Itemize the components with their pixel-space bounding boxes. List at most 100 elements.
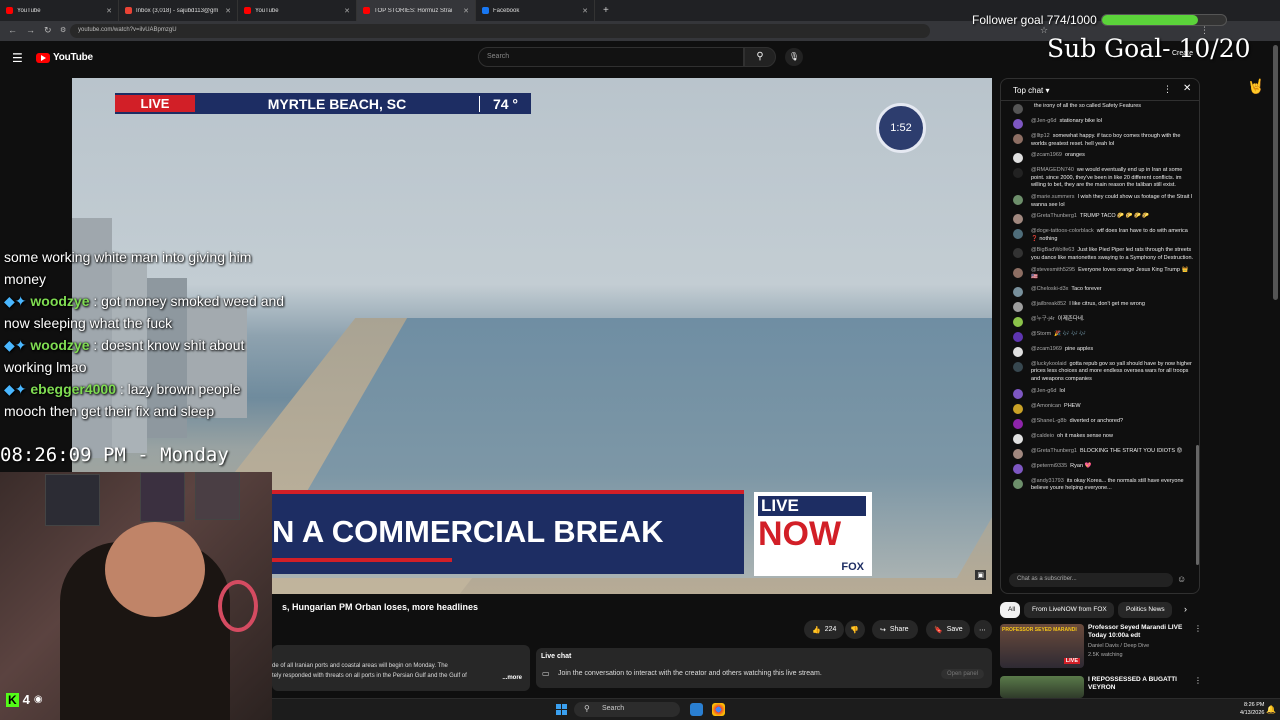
new-tab-icon[interactable]: + [603,5,609,16]
avatar[interactable] [1013,331,1023,342]
chat-author[interactable]: @stevesmith5295 [1031,267,1075,273]
chat-author[interactable]: @petermi9335 [1031,463,1067,469]
avatar[interactable] [1013,153,1023,164]
taskbar-search[interactable]: ⚲ Search [574,702,680,717]
chat-message[interactable]: @Storm 🎉 🎶 🎶 🎶 [1001,329,1199,344]
avatar[interactable] [1013,214,1023,225]
chat-message[interactable]: @petermi9335 Ryan 💖 [1001,461,1199,476]
chrome-icon[interactable] [712,703,725,716]
chat-message[interactable]: @Jen-g6d stationary bike lol [1001,116,1199,131]
avatar[interactable] [1013,448,1023,459]
avatar[interactable] [1013,168,1023,179]
chat-author[interactable]: @doge-tattoos-colorblack [1031,228,1094,234]
avatar[interactable] [1013,388,1023,399]
avatar[interactable] [1013,478,1023,489]
top-chat-dropdown[interactable]: Top chat ▾ [1013,86,1050,95]
chat-author[interactable]: @누구-j4r [1031,316,1055,322]
site-info-icon[interactable]: ⚙ [60,26,66,34]
avatar[interactable] [1013,463,1023,474]
chat-message[interactable]: @GretaThunberg1 BLOCKING THE STRAIT YOU I… [1001,446,1199,461]
chat-message[interactable]: @caldeio oh it makes sense now [1001,431,1199,446]
video-description[interactable]: de of all Iranian ports and coastal area… [272,645,530,691]
avatar[interactable] [1013,418,1023,429]
description-more-link[interactable]: ...more [502,673,522,683]
chat-author[interactable]: @GretaThunberg1 [1031,213,1077,219]
chat-author[interactable]: @RMAGEDN740 [1031,167,1074,173]
tab-close-icon[interactable]: ✕ [582,7,588,15]
chat-message[interactable]: @zcam1969 oranges [1001,150,1199,165]
chat-author[interactable]: @GretaThunberg1 [1031,448,1077,454]
open-panel-button[interactable]: Open panel [940,669,984,679]
like-button[interactable]: 👍 224 [804,620,844,639]
chat-message[interactable]: @luckykoolaid gotta repub gov so yall sho… [1001,359,1199,386]
page-scrollbar[interactable] [1273,45,1278,300]
chat-message[interactable]: the irony of all the so called Safety Fe… [1001,101,1199,116]
voice-search-button[interactable]: 🎙 [785,48,803,66]
notification-icon[interactable]: 🔔 [1266,705,1276,714]
chat-author[interactable]: @BigBadWolfe63 [1031,247,1074,253]
windows-start-icon[interactable] [556,704,567,715]
chat-message[interactable]: @lltp12 somewhat happy. if taco boy comes… [1001,131,1199,150]
dislike-button[interactable]: 👎 [845,620,865,639]
tab-close-icon[interactable]: ✕ [225,7,231,15]
chat-message[interactable]: @marie.summers I wish they could show us … [1001,192,1199,211]
chat-message[interactable]: @Amonican PHEW [1001,401,1199,416]
browser-tab[interactable]: Inbox (3,018) - sajubd113@gm ✕ [119,0,238,21]
avatar[interactable] [1013,134,1023,144]
search-input[interactable]: Search [478,47,744,67]
avatar[interactable] [1013,301,1023,312]
chat-author[interactable]: @jailbreak852 [1031,301,1066,307]
tab-close-icon[interactable]: ✕ [463,7,469,15]
chat-author[interactable]: @zcam1969 [1031,152,1062,158]
tab-close-icon[interactable]: ✕ [344,7,350,15]
reload-icon[interactable]: ↻ [44,25,52,36]
chat-message-list[interactable]: the irony of all the so called Safety Fe… [1001,101,1199,569]
recommended-video[interactable]: I REPOSSESSED A BUGATTI VEYRON ⋮ [1000,676,1202,700]
filter-chip[interactable]: All [1000,602,1020,618]
telegram-icon[interactable] [690,703,703,716]
avatar[interactable] [1013,361,1023,372]
chat-author[interactable]: @Jen-g6d [1031,388,1056,394]
avatar[interactable] [1013,267,1023,278]
chat-author[interactable]: @lltp12 [1031,133,1050,139]
close-icon[interactable]: ✕ [1183,83,1191,94]
chat-message[interactable]: @andy31793 its okay Korea... the normals … [1001,476,1199,495]
browser-tab[interactable]: Facebook ✕ [476,0,595,21]
avatar[interactable] [1013,286,1023,297]
avatar[interactable] [1013,194,1023,205]
chat-menu-icon[interactable]: ⋮ [1163,84,1172,95]
share-button[interactable]: ↪ Share [872,620,918,639]
avatar[interactable] [1013,229,1023,240]
chat-author[interactable]: @luckykoolaid [1031,361,1067,367]
chat-message[interactable]: @stevesmith5295 Everyone loves orange Jes… [1001,265,1199,284]
chat-input[interactable]: Chat as a subscriber... [1009,573,1173,587]
chat-author[interactable]: @ShaneL-g8b [1031,418,1067,424]
chat-message[interactable]: @doge-tattoos-colorblack wtf does Iran ha… [1001,226,1199,245]
browser-tab[interactable]: YouTube ✕ [238,0,357,21]
browser-tab[interactable]: YouTube ✕ [0,0,119,21]
chat-message[interactable]: @GretaThunberg1 TRUMP TACO 🌮 🌮 🌮 🌮 [1001,211,1199,226]
chat-message[interactable]: @BigBadWolfe63 Just like Pied Piper led r… [1001,245,1199,264]
chat-author[interactable]: @Jen-g6d [1031,118,1056,124]
more-actions-button[interactable]: ⋯ [974,620,992,639]
chat-author[interactable]: @Cheloski-d3x [1031,286,1068,292]
filter-chip[interactable]: From LiveNOW from FOX [1024,602,1114,618]
more-vertical-icon[interactable]: ⋮ [1194,624,1202,633]
chat-author[interactable]: @zcam1969 [1031,346,1062,352]
chat-message[interactable]: @jailbreak852 I like citrus, don't get me… [1001,299,1199,314]
chat-author[interactable]: @andy31793 [1031,478,1064,484]
avatar[interactable] [1013,119,1023,129]
chat-message[interactable]: @ShaneL-g8b diverted or anchored? [1001,416,1199,431]
chat-author[interactable]: @Storm [1031,331,1051,337]
avatar[interactable] [1013,433,1023,444]
avatar[interactable] [1013,316,1023,327]
avatar[interactable] [1013,403,1023,414]
avatar[interactable] [1013,104,1023,114]
chat-author[interactable]: @caldeio [1031,433,1054,439]
avatar[interactable] [1013,346,1023,357]
save-button[interactable]: 🔖 Save [926,620,970,639]
browser-tab[interactable]: TOP STORIES: Hormuz Strai ✕ [357,0,476,21]
chat-message[interactable]: @Cheloski-d3x Taco forever [1001,284,1199,299]
back-icon[interactable]: ← [8,25,17,35]
hamburger-menu-icon[interactable]: ☰ [12,51,23,65]
